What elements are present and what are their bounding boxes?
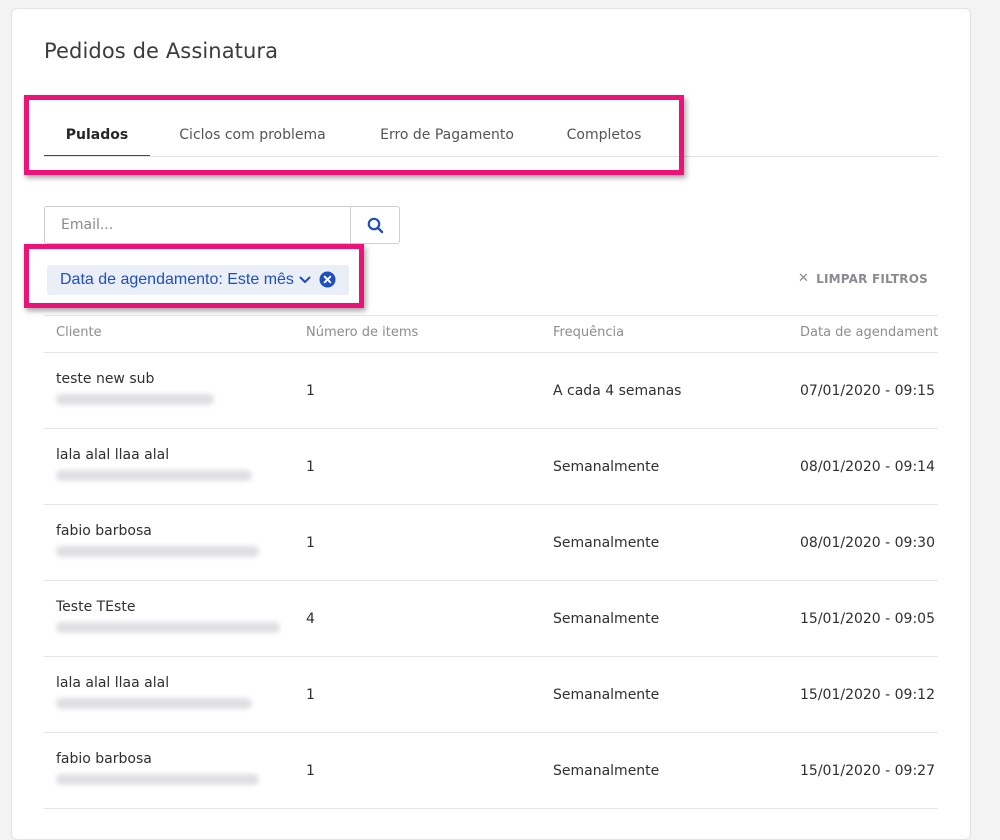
table-row[interactable]: lala alal llaa alal 1 Semanalmente 08/01… — [44, 429, 938, 505]
data-agendamento: 15/01/2020 - 09:27 — [800, 763, 935, 779]
cliente-name: teste new sub — [56, 371, 155, 387]
frequencia: Semanalmente — [553, 763, 660, 779]
filter-chip-data-agendamento[interactable]: Data de agendamento: Este mês — [47, 265, 349, 295]
tab-pulados[interactable]: Pulados — [44, 125, 150, 157]
data-agendamento: 07/01/2020 - 09:15 — [800, 383, 935, 399]
table-row[interactable]: teste new sub 1 A cada 4 semanas 07/01/2… — [44, 353, 938, 429]
tabs-divider — [44, 156, 938, 157]
subscription-orders-card: Pedidos de Assinatura Pulados Ciclos com… — [11, 8, 971, 840]
column-header-data-agendamento: Data de agendamento — [800, 325, 938, 340]
column-header-frequencia: Frequência — [553, 325, 625, 340]
cliente-name: lala alal llaa alal — [56, 675, 170, 691]
close-circle-icon[interactable] — [319, 271, 336, 288]
cliente-name: fabio barbosa — [56, 523, 152, 539]
table-row[interactable]: fabio barbosa 1 Semanalmente 08/01/2020 … — [44, 505, 938, 581]
email-search-input[interactable] — [45, 207, 350, 243]
cliente-email-redacted — [56, 546, 259, 557]
items-count: 1 — [306, 459, 315, 475]
table-row[interactable]: Teste TEste 4 Semanalmente 15/01/2020 - … — [44, 581, 938, 657]
chevron-down-icon[interactable] — [299, 276, 311, 284]
tab-completos[interactable]: Completos — [562, 125, 646, 157]
items-count: 1 — [306, 687, 315, 703]
table-header: Cliente Número de items Frequência Data … — [44, 315, 938, 353]
data-agendamento: 08/01/2020 - 09:30 — [800, 535, 935, 551]
column-header-numero-items: Número de items — [306, 325, 419, 340]
clear-filters-label: LIMPAR FILTROS — [816, 271, 928, 286]
table-row[interactable]: lala alal llaa alal 1 Semanalmente 15/01… — [44, 657, 938, 733]
frequencia: Semanalmente — [553, 459, 660, 475]
cliente-email-redacted — [56, 470, 252, 481]
search-box — [44, 206, 400, 244]
data-agendamento: 15/01/2020 - 09:12 — [800, 687, 935, 703]
page-title: Pedidos de Assinatura — [44, 39, 279, 63]
cliente-email-redacted — [56, 622, 280, 633]
search-button[interactable] — [350, 207, 399, 243]
clear-filters-button[interactable]: ✕ LIMPAR FILTROS — [798, 271, 928, 286]
column-header-cliente: Cliente — [56, 325, 102, 340]
items-count: 1 — [306, 383, 315, 399]
tab-erro-de-pagamento[interactable]: Erro de Pagamento — [377, 125, 517, 157]
table-row[interactable]: fabio barbosa 1 Semanalmente 15/01/2020 … — [44, 733, 938, 809]
items-count: 1 — [306, 535, 315, 551]
tab-label: Ciclos com problema — [179, 127, 326, 143]
tab-label: Completos — [566, 127, 642, 143]
tab-ciclos-com-problema[interactable]: Ciclos com problema — [174, 125, 331, 157]
cliente-name: lala alal llaa alal — [56, 447, 170, 463]
cliente-email-redacted — [56, 698, 252, 709]
data-agendamento: 15/01/2020 - 09:05 — [800, 611, 935, 627]
subscriptions-table: Cliente Número de items Frequência Data … — [44, 315, 938, 809]
frequencia: Semanalmente — [553, 687, 660, 703]
frequencia: Semanalmente — [553, 535, 660, 551]
tab-label: Pulados — [65, 127, 129, 143]
cliente-email-redacted — [56, 774, 259, 785]
tab-label: Erro de Pagamento — [380, 127, 514, 143]
cliente-name: fabio barbosa — [56, 751, 152, 767]
items-count: 4 — [306, 611, 315, 627]
items-count: 1 — [306, 763, 315, 779]
data-agendamento: 08/01/2020 - 09:14 — [800, 459, 935, 475]
close-icon: ✕ — [798, 271, 810, 286]
cliente-name: Teste TEste — [56, 599, 136, 615]
frequencia: Semanalmente — [553, 611, 660, 627]
cliente-email-redacted — [56, 394, 214, 405]
frequencia: A cada 4 semanas — [553, 383, 682, 399]
search-icon — [367, 217, 384, 234]
filter-chip-label: Data de agendamento: Este mês — [60, 271, 294, 288]
